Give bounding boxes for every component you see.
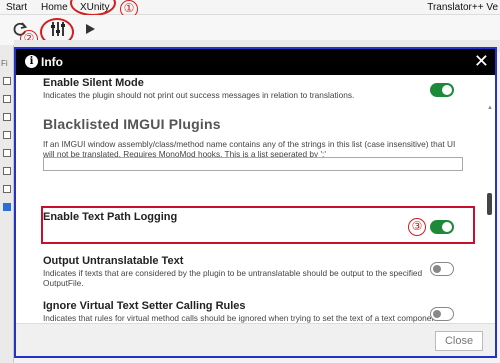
setting-ignore-virtual-text-setter: Ignore Virtual Text Setter Calling Rules… [43,300,443,323]
close-button[interactable]: Close [435,331,483,351]
play-icon [86,24,95,34]
setting-description: Indicates if texts that are considered b… [43,268,423,288]
output-untranslatable-toggle[interactable] [430,262,454,276]
play-button[interactable] [80,19,100,39]
dialog-scrollbar[interactable]: ▲ ▼ [487,105,493,323]
setting-title: Ignore Virtual Text Setter Calling Rules [43,300,246,312]
folder-checkbox [3,131,11,139]
dialog-titlebar: i Info ✕ [16,49,495,75]
dialog-footer: Close [16,323,495,356]
ignore-virtual-text-setter-toggle[interactable] [430,307,454,321]
menu-start[interactable]: Start [6,2,27,13]
info-dialog: i Info ✕ Enable Silent Mode Indicates th… [14,47,497,358]
setting-blacklist: If an IMGUI window assembly/class/method… [43,138,468,159]
folder-checkbox [3,113,11,121]
folder-checkbox-selected [3,203,11,211]
folder-checkbox [3,167,11,175]
blacklist-input[interactable] [43,157,463,171]
section-title: Blacklisted IMGUI Plugins [43,116,221,132]
dialog-title: Info [41,55,63,69]
setting-title: Enable Silent Mode [43,77,144,89]
scroll-up-icon[interactable]: ▲ [487,105,493,111]
app-title: Translator++ Ve [427,2,498,13]
folder-checkbox [3,95,11,103]
folder-checkbox [3,185,11,193]
setting-silent-mode: Enable Silent Mode Indicates the plugin … [43,77,443,100]
scroll-thumb[interactable] [487,193,492,215]
info-icon: i [25,55,38,68]
text-path-logging-toggle[interactable] [430,220,454,234]
folder-checkbox [3,77,11,85]
setting-description: Indicates the plugin should not print ou… [43,90,355,100]
silent-mode-toggle[interactable] [430,83,454,97]
close-icon[interactable]: ✕ [474,51,489,71]
left-tab-fragment: Fi [1,59,8,68]
app-window: Start Home XUnity Translator++ Ve ① ② Fi [0,0,500,363]
menu-home[interactable]: Home [41,2,68,13]
dialog-content: Enable Silent Mode Indicates the plugin … [16,75,495,323]
annotation-3: ③ [408,218,426,236]
setting-description: Indicates that rules for virtual method … [43,313,441,323]
setting-description: If an IMGUI window assembly/class/method… [43,139,456,159]
setting-title: Output Untranslatable Text [43,255,184,267]
folder-checkbox [3,149,11,157]
background-left-panel: Fi [0,45,14,363]
setting-output-untranslatable: Output Untranslatable Text Indicates if … [43,255,443,288]
